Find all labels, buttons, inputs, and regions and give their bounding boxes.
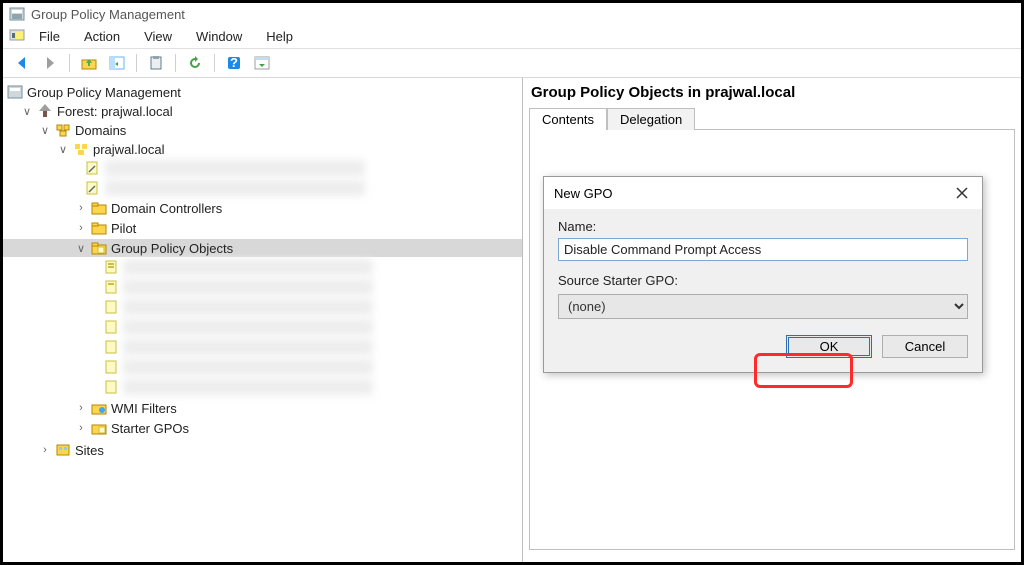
menu-view[interactable]: View bbox=[134, 27, 182, 46]
clipboard-button[interactable] bbox=[145, 52, 167, 74]
gpo-container-icon bbox=[91, 240, 107, 256]
expand-icon[interactable]: › bbox=[75, 402, 87, 414]
tree-item-redacted[interactable] bbox=[123, 319, 373, 335]
toolbar: ? bbox=[3, 49, 1021, 78]
new-gpo-dialog: New GPO Name: Source Starter GPO: (none)… bbox=[543, 176, 983, 373]
tree-root[interactable]: Group Policy Management bbox=[27, 85, 181, 100]
tree-item-redacted[interactable] bbox=[123, 279, 373, 295]
wmi-icon bbox=[91, 400, 107, 416]
starter-gpo-select[interactable]: (none) bbox=[558, 294, 968, 319]
refresh-button[interactable] bbox=[184, 52, 206, 74]
tree-domains[interactable]: Domains bbox=[75, 123, 126, 138]
expand-icon[interactable]: › bbox=[75, 422, 87, 434]
tree-wmi[interactable]: WMI Filters bbox=[111, 401, 177, 416]
tree-item-redacted[interactable] bbox=[123, 259, 373, 275]
gpo-name-input[interactable] bbox=[558, 238, 968, 261]
tab-delegation[interactable]: Delegation bbox=[607, 108, 695, 130]
tree-item-redacted[interactable] bbox=[123, 299, 373, 315]
tree-sites[interactable]: Sites bbox=[75, 443, 104, 458]
dialog-title-bar: New GPO bbox=[544, 177, 982, 209]
tree-domain[interactable]: prajwal.local bbox=[93, 142, 165, 157]
gpo-link-icon bbox=[85, 160, 101, 176]
dialog-body: Name: Source Starter GPO: (none) OK Canc… bbox=[544, 209, 982, 372]
tree-item-redacted[interactable] bbox=[105, 160, 365, 176]
starter-gpo-label: Source Starter GPO: bbox=[558, 273, 968, 288]
svg-text:?: ? bbox=[230, 55, 238, 70]
ou-icon bbox=[91, 220, 107, 236]
gpo-item-icon bbox=[103, 379, 119, 395]
gpm-root-icon bbox=[7, 84, 23, 100]
dialog-buttons: OK Cancel bbox=[558, 335, 968, 358]
tree-gpo[interactable]: Group Policy Objects bbox=[111, 241, 233, 256]
tree-forest[interactable]: Forest: prajwal.local bbox=[57, 104, 173, 119]
tree-starter[interactable]: Starter GPOs bbox=[111, 421, 189, 436]
starter-gpo-icon bbox=[91, 420, 107, 436]
toolbar-separator bbox=[136, 54, 137, 72]
gpo-item-icon bbox=[103, 259, 119, 275]
toolbar-separator bbox=[175, 54, 176, 72]
app-icon bbox=[9, 6, 25, 22]
tree-item-redacted[interactable] bbox=[123, 339, 373, 355]
back-button[interactable] bbox=[11, 52, 33, 74]
show-hide-tree-button[interactable] bbox=[106, 52, 128, 74]
menu-file[interactable]: File bbox=[29, 27, 70, 46]
ou-icon bbox=[91, 200, 107, 216]
gpo-item-icon bbox=[103, 279, 119, 295]
gpo-item-icon bbox=[103, 299, 119, 315]
tree-pane: Group Policy Management ∨ Forest: prajwa… bbox=[3, 78, 523, 562]
domain-icon bbox=[73, 141, 89, 157]
toolbar-separator bbox=[214, 54, 215, 72]
toolbar-separator bbox=[69, 54, 70, 72]
menu-action[interactable]: Action bbox=[74, 27, 130, 46]
title-bar: Group Policy Management bbox=[3, 3, 1021, 25]
mmc-icon bbox=[9, 27, 25, 43]
tree-pilot[interactable]: Pilot bbox=[111, 221, 136, 236]
tree-item-redacted[interactable] bbox=[123, 359, 373, 375]
expand-icon[interactable]: ∨ bbox=[75, 242, 87, 255]
menu-bar: File Action View Window Help bbox=[3, 25, 1021, 49]
cancel-button[interactable]: Cancel bbox=[882, 335, 968, 358]
expand-icon[interactable]: ∨ bbox=[39, 124, 51, 137]
expand-icon[interactable]: › bbox=[75, 222, 87, 234]
tree-item-redacted[interactable] bbox=[105, 180, 365, 196]
folder-up-button[interactable] bbox=[78, 52, 100, 74]
sites-icon bbox=[55, 442, 71, 458]
forest-icon bbox=[37, 103, 53, 119]
help-button[interactable]: ? bbox=[223, 52, 245, 74]
tabs: Contents Delegation bbox=[529, 107, 1015, 130]
right-pane-title: Group Policy Objects in prajwal.local bbox=[529, 82, 1015, 107]
gpo-item-icon bbox=[103, 319, 119, 335]
window-title: Group Policy Management bbox=[31, 7, 185, 22]
console-tree: Group Policy Management ∨ Forest: prajwa… bbox=[3, 82, 522, 462]
expand-icon[interactable]: › bbox=[39, 444, 51, 456]
forward-button[interactable] bbox=[39, 52, 61, 74]
toolbar-extra-button[interactable] bbox=[251, 52, 273, 74]
name-label: Name: bbox=[558, 219, 968, 234]
gpo-item-icon bbox=[103, 359, 119, 375]
expand-icon[interactable]: ∨ bbox=[21, 105, 33, 118]
menu-help[interactable]: Help bbox=[256, 27, 303, 46]
expand-icon[interactable]: ∨ bbox=[57, 143, 69, 156]
tree-item-redacted[interactable] bbox=[123, 379, 373, 395]
dialog-title: New GPO bbox=[554, 186, 613, 201]
ok-button[interactable]: OK bbox=[786, 335, 872, 358]
domains-icon bbox=[55, 122, 71, 138]
close-button[interactable] bbox=[952, 183, 972, 203]
gpo-link-icon bbox=[85, 180, 101, 196]
tree-dc[interactable]: Domain Controllers bbox=[111, 201, 222, 216]
tab-contents[interactable]: Contents bbox=[529, 108, 607, 130]
expand-icon[interactable]: › bbox=[75, 202, 87, 214]
menu-window[interactable]: Window bbox=[186, 27, 252, 46]
gpo-item-icon bbox=[103, 339, 119, 355]
